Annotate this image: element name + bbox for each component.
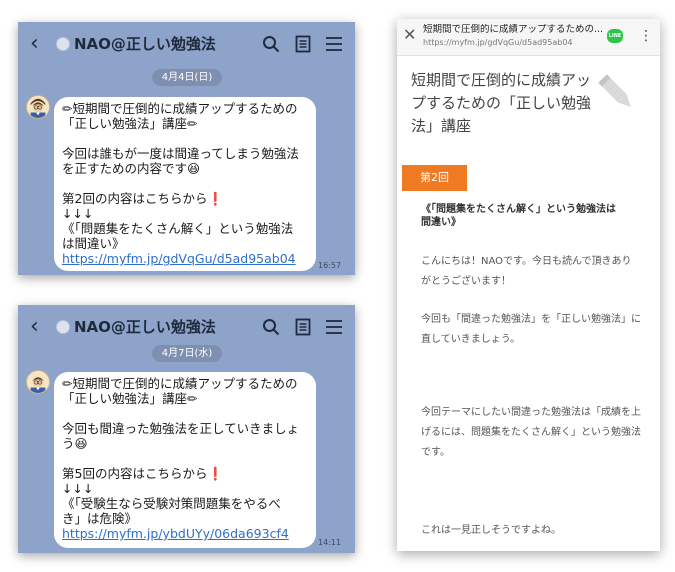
- verified-badge-icon: [56, 320, 70, 334]
- message-timestamp: 16:57: [318, 261, 342, 270]
- message-line: 今回も間違った勉強法を正していきましょ: [62, 421, 300, 436]
- message-line: 「正しい勉強法」講座✏: [62, 391, 198, 406]
- message-line: 「正しい勉強法」講座✏: [62, 116, 198, 131]
- message-timestamp: 14:11: [318, 538, 342, 547]
- article-paragraph: 今回も「間違った勉強法」を「正しい勉強法」に直していきましょう。: [421, 314, 641, 345]
- message-line: ✏短期間で圧倒的に成績アップするための: [62, 376, 298, 391]
- back-chevron-icon[interactable]: ‹: [30, 32, 39, 56]
- message-line: 第5回の内容はこちらから❗: [62, 466, 224, 481]
- avatar[interactable]: [26, 370, 50, 394]
- message-line: 今回は誰もが一度は間違ってしまう勉強法: [62, 146, 299, 161]
- message-link[interactable]: https://myfm.jp/ybdUYy/06da693cf4: [62, 526, 308, 541]
- notes-icon[interactable]: [294, 35, 312, 53]
- menu-icon[interactable]: [325, 35, 343, 53]
- line-share-icon[interactable]: LINE: [607, 29, 623, 43]
- search-icon[interactable]: [262, 35, 280, 53]
- message-link[interactable]: https://myfm.jp/gdVqGu/d5ad95ab04: [62, 251, 308, 266]
- section-heading: 《「問題集をたくさん解く」という勉強法は 間違い》: [421, 204, 616, 228]
- browser-page-title: 短期間で圧倒的に成績アップするための...: [423, 24, 603, 35]
- more-options-icon[interactable]: ⋮: [639, 28, 653, 44]
- back-chevron-icon[interactable]: ‹: [30, 315, 39, 339]
- message-line: を正すための内容です😆: [62, 161, 201, 176]
- message-bubble: ✏短期間で圧倒的に成績アップするための 「正しい勉強法」講座✏ 今回も間違った勉…: [54, 372, 316, 548]
- message-line: ↓↓↓: [62, 481, 94, 496]
- verified-badge-icon: [56, 37, 70, 51]
- message-line: 第2回の内容はこちらから❗: [62, 191, 224, 206]
- chat-header: ‹ NAO@正しい勉強法: [18, 22, 355, 68]
- message-line: う😆: [62, 436, 88, 451]
- chat-screen-2: ‹ NAO@正しい勉強法 4月7日(水) ✏短期間で圧倒的に成績アップするための…: [18, 305, 355, 553]
- section-badge: 第2回: [402, 165, 467, 191]
- article-paragraph: これは一見正しそうですよね。: [421, 525, 561, 536]
- browser-url[interactable]: https://myfm.jp/gdVqGu/d5ad95ab04: [423, 38, 573, 48]
- article-heading: 短期間で圧倒的に成績アップするための「正しい勉強法」講座: [411, 71, 592, 135]
- message-line: き」は危険》: [62, 511, 138, 526]
- notes-icon[interactable]: [294, 318, 312, 336]
- date-separator: 4月4日(日): [152, 69, 222, 86]
- chat-screen-1: ‹ NAO@正しい勉強法 4月4日(日) ✏短期間で圧倒的に成績アップするための…: [18, 22, 355, 275]
- menu-icon[interactable]: [325, 318, 343, 336]
- close-icon[interactable]: ✕: [403, 27, 416, 43]
- message-line: 《「問題集をたくさん解く」という勉強法: [62, 221, 294, 236]
- article-paragraph: 今回テーマにしたい間違った勉強法は「成績を上げるには、問題集をたくさん解く」とい…: [421, 407, 641, 458]
- search-icon[interactable]: [262, 318, 280, 336]
- date-separator: 4月7日(水): [152, 345, 222, 362]
- message-bubble: ✏短期間で圧倒的に成績アップするための 「正しい勉強法」講座✏ 今回は誰もが一度…: [54, 97, 316, 271]
- chat-title: NAO@正しい勉強法: [74, 318, 216, 336]
- pencil-icon: [598, 74, 631, 107]
- browser-toolbar: ✕ 短期間で圧倒的に成績アップするための... https://myfm.jp/…: [397, 19, 660, 56]
- chat-title: NAO@正しい勉強法: [74, 35, 216, 53]
- message-line: 《「受験生なら受験対策問題集をやるべ: [62, 496, 281, 511]
- in-app-browser: ✕ 短期間で圧倒的に成績アップするための... https://myfm.jp/…: [397, 19, 660, 551]
- message-line: ↓↓↓: [62, 206, 94, 221]
- message-line: ✏短期間で圧倒的に成績アップするための: [62, 101, 298, 116]
- message-line: は間違い》: [62, 236, 125, 251]
- article-paragraph: こんにちは！NAOです。今日も読んで頂きありがとうございます！: [421, 256, 632, 287]
- avatar[interactable]: [26, 95, 50, 119]
